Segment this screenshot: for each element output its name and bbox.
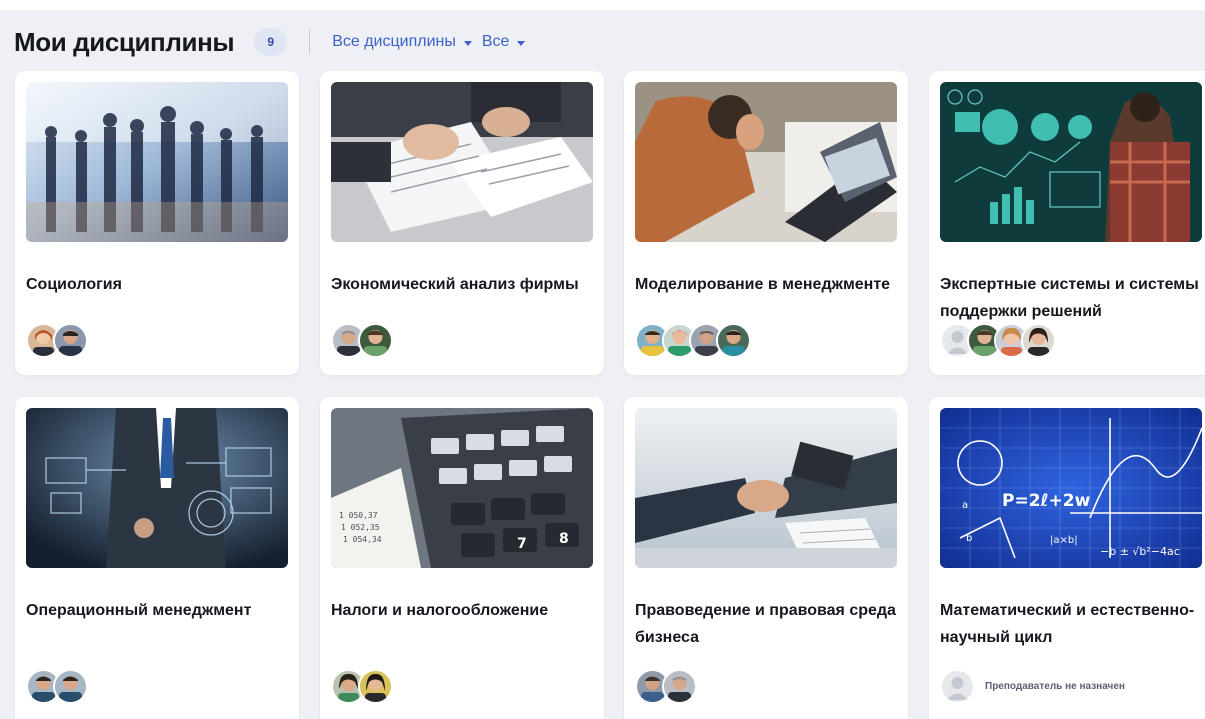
- discipline-image: 1 050,37 1 052,35 1 054,34 7 8: [331, 408, 593, 568]
- teacher-avatar[interactable]: [358, 323, 393, 358]
- teachers-avatars: [26, 669, 88, 704]
- chevron-down-icon: [517, 40, 526, 46]
- teacher-avatar[interactable]: [662, 669, 697, 704]
- teacher-avatar[interactable]: [53, 669, 88, 704]
- status-filter-label: Все: [481, 33, 510, 50]
- teachers-avatars: [331, 669, 393, 704]
- discipline-image: [635, 82, 897, 242]
- svg-text:−b ± √b²−4ac: −b ± √b²−4ac: [1100, 545, 1180, 558]
- svg-text:|a×b|: |a×b|: [1050, 535, 1078, 546]
- svg-text:1 054,34: 1 054,34: [343, 535, 382, 544]
- header-divider: [309, 30, 311, 54]
- teacher-avatar[interactable]: [53, 323, 88, 358]
- discipline-card[interactable]: P=2ℓ+2w −b ± √b²−4ac a b |a×b| Математич…: [929, 397, 1205, 719]
- disciplines-count-badge: 9: [254, 28, 288, 56]
- teachers-avatars: [940, 323, 1056, 358]
- discipline-title: Моделирование в менеджменте: [635, 276, 891, 293]
- teachers-avatars: [331, 323, 393, 358]
- svg-text:a: a: [962, 500, 968, 511]
- teacher-avatar[interactable]: [358, 669, 393, 704]
- discipline-image: [331, 82, 593, 242]
- teacher-avatar[interactable]: [1021, 323, 1056, 358]
- discipline-image: [635, 408, 897, 568]
- svg-text:7: 7: [517, 536, 527, 552]
- chevron-down-icon: [463, 40, 472, 46]
- svg-text:8: 8: [559, 531, 569, 547]
- teachers-avatars: Преподаватель не назначен: [940, 669, 1125, 704]
- svg-text:1 052,35: 1 052,35: [341, 523, 380, 532]
- discipline-title: Налоги и налогообложение: [331, 602, 549, 619]
- discipline-title: Правоведение и правовая среда бизнеса: [635, 602, 896, 646]
- discipline-title: Экономический анализ фирмы: [331, 276, 579, 293]
- discipline-title: Экспертные системы и системы поддержки р…: [940, 276, 1199, 320]
- teachers-avatars: [635, 669, 697, 704]
- discipline-card[interactable]: Экспертные системы и системы поддержки р…: [929, 71, 1205, 375]
- discipline-card[interactable]: Социология: [15, 71, 299, 375]
- top-bar: [0, 0, 1205, 10]
- teacher-avatar[interactable]: [716, 323, 751, 358]
- svg-text:b: b: [966, 533, 972, 544]
- disciplines-filter-dropdown[interactable]: Все дисциплины: [332, 33, 472, 51]
- page-title: Мои дисциплины: [14, 26, 235, 57]
- teacher-avatar-placeholder: [940, 669, 975, 704]
- teachers-avatars: [26, 323, 88, 358]
- page-header: Мои дисциплины 9 Все дисциплины Все: [14, 24, 526, 60]
- teachers-avatars: [635, 323, 751, 358]
- discipline-image: [940, 82, 1202, 242]
- discipline-card[interactable]: Моделирование в менеджменте: [624, 71, 908, 375]
- discipline-title: Операционный менеджмент: [26, 602, 252, 619]
- discipline-title: Математический и естественно-научный цик…: [940, 602, 1195, 646]
- discipline-image: P=2ℓ+2w −b ± √b²−4ac a b |a×b|: [940, 408, 1202, 568]
- no-teacher-label: Преподаватель не назначен: [985, 681, 1125, 692]
- discipline-title: Социология: [26, 276, 122, 293]
- discipline-card[interactable]: Экономический анализ фирмы: [320, 71, 604, 375]
- discipline-image: [26, 82, 288, 242]
- discipline-card[interactable]: 1 050,37 1 052,35 1 054,34 7 8 Налоги и нал…: [320, 397, 604, 719]
- page: Мои дисциплины 9 Все дисциплины Все Соци…: [0, 0, 1205, 719]
- discipline-card[interactable]: Правоведение и правовая среда бизнеса: [624, 397, 908, 719]
- svg-text:P=2ℓ+2w: P=2ℓ+2w: [1002, 491, 1091, 511]
- disciplines-filter-label: Все дисциплины: [332, 33, 456, 50]
- discipline-card[interactable]: Операционный менеджмент: [15, 397, 299, 719]
- status-filter-dropdown[interactable]: Все: [482, 33, 526, 51]
- discipline-image: [26, 408, 288, 568]
- svg-text:1 050,37: 1 050,37: [339, 511, 378, 520]
